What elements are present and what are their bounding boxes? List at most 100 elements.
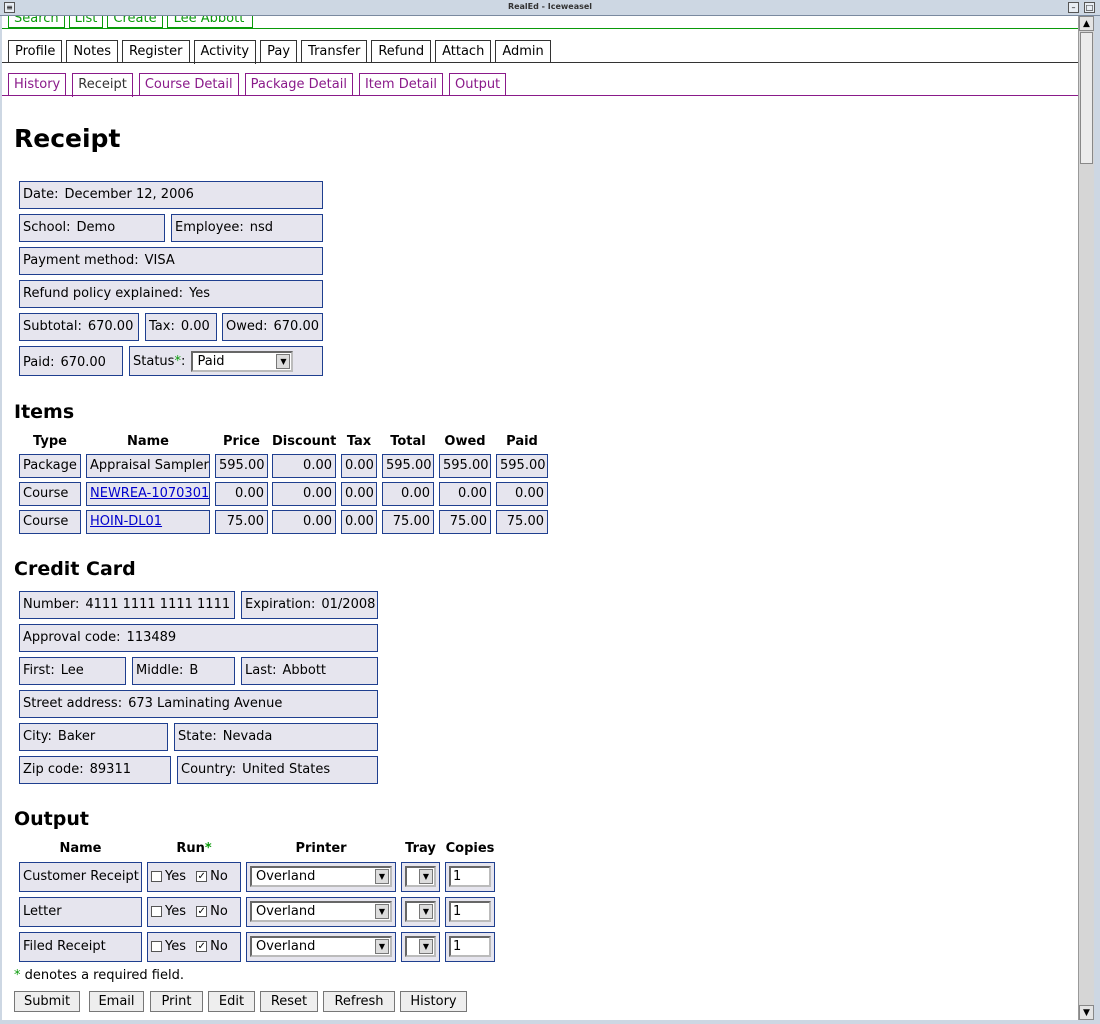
tab-package-detail[interactable]: Package Detail [244,73,353,96]
printer-cell: Overland ▼ [246,932,396,962]
copies-input[interactable]: 1 [449,866,491,887]
tab-receipt[interactable]: Receipt [72,73,133,97]
items-col-type: Type [33,434,67,449]
item-owed: 0.00 [439,482,491,506]
item-tax: 0.00 [341,454,377,478]
main-tab-bar: Profile Notes Register Activity Pay Tran… [8,40,555,64]
output-col-name: Name [59,841,102,856]
payment-method-value: VISA [144,253,175,268]
printer-cell: Overland ▼ [246,862,396,892]
paid-value: 670.00 [60,355,106,370]
items-col-tax: Tax [346,434,372,449]
item-discount: 0.00 [272,454,336,478]
scroll-up-arrow-icon[interactable]: ▲ [1079,16,1094,31]
tab-admin[interactable]: Admin [495,40,551,63]
item-name-cell: NEWREA-1070301 [86,482,210,506]
course-link-hoin[interactable]: HOIN-DL01 [90,514,162,529]
run-no-checkbox[interactable]: ✓ [196,906,208,917]
owed-value: 670.00 [273,319,320,334]
expiration-label: Expiration: [245,597,316,612]
tab-register[interactable]: Register [121,40,190,63]
zip-code-label: Zip code: [23,762,84,777]
item-total: 595.00 [382,454,434,478]
output-col-run-label: Run [176,841,205,856]
status-colon: : [180,354,186,369]
chevron-down-icon: ▼ [419,904,433,919]
chevron-down-icon: ▼ [419,869,433,884]
item-owed: 595.00 [439,454,491,478]
tab-activity[interactable]: Activity [193,40,257,64]
approval-code-label: Approval code: [23,630,121,645]
tab-item-detail[interactable]: Item Detail [358,73,443,96]
printer-select[interactable]: Overland ▼ [250,936,392,957]
employee-field: Employee: nsd [171,214,323,242]
vertical-scrollbar[interactable]: ▲ ▼ [1078,16,1094,1020]
page-title: Receipt [14,124,121,153]
run-yes-checkbox[interactable] [151,871,162,882]
chevron-down-icon: ▼ [375,869,389,884]
tab-refund[interactable]: Refund [371,40,432,63]
printer-select[interactable]: Overland ▼ [250,866,392,887]
output-col-run: Run* [147,841,241,856]
copies-input[interactable]: 1 [449,936,491,957]
run-yes-checkbox[interactable] [151,906,162,917]
middle-name-value: B [189,663,199,678]
refresh-button[interactable]: Refresh [323,991,395,1012]
run-no-checkbox[interactable]: ✓ [196,871,208,882]
tray-select[interactable]: ▼ [405,866,436,887]
tab-history[interactable]: History [8,73,67,96]
tab-pay[interactable]: Pay [260,40,298,63]
course-link-newrea[interactable]: NEWREA-1070301 [90,486,209,501]
run-yes-checkbox[interactable] [151,941,162,952]
tray-select[interactable]: ▼ [405,901,436,922]
status-select[interactable]: Paid ▼ [191,351,294,372]
date-label: Date: [23,187,59,202]
edit-button[interactable]: Edit [208,991,255,1012]
printer-select-value: Overland [256,939,316,954]
output-heading: Output [14,808,89,830]
tab-output[interactable]: Output [449,73,507,96]
tab-search[interactable]: Search [8,16,65,28]
tab-notes[interactable]: Notes [66,40,118,63]
email-button[interactable]: Email [89,991,144,1012]
paid-field: Paid: 670.00 [19,346,123,376]
chevron-down-icon: ▼ [419,939,433,954]
payment-method-field: Payment method: VISA [19,247,323,275]
history-button[interactable]: History [400,991,467,1012]
items-col-total: Total [390,434,426,449]
scroll-down-arrow-icon[interactable]: ▼ [1079,1005,1094,1020]
output-col-copies: Copies [445,841,495,856]
card-number-field: Number: 4111 1111 1111 1111 [19,591,235,619]
tab-attach[interactable]: Attach [435,40,492,63]
output-col-printer: Printer [295,841,347,856]
owed-label: Owed: [226,319,268,334]
tab-transfer[interactable]: Transfer [301,40,368,63]
tax-field: Tax: 0.00 [145,313,217,341]
reset-button[interactable]: Reset [260,991,318,1012]
run-yes-label: Yes [165,869,186,884]
tab-list[interactable]: List [68,16,104,28]
item-price: 595.00 [215,454,268,478]
items-heading: Items [14,401,75,423]
copies-input[interactable]: 1 [449,901,491,922]
printer-select-value: Overland [256,869,316,884]
copies-cell: 1 [445,932,495,962]
printer-select[interactable]: Overland ▼ [250,901,392,922]
first-name-field: First: Lee [19,657,126,685]
submit-button[interactable]: Submit [14,991,80,1012]
tab-course-detail[interactable]: Course Detail [138,73,239,96]
state-field: State: Nevada [174,723,378,751]
scrollbar-thumb[interactable] [1080,32,1093,164]
minimize-icon[interactable]: – [1068,2,1079,13]
last-name-value: Abbott [282,663,327,678]
run-no-checkbox[interactable]: ✓ [196,941,208,952]
tab-profile[interactable]: Profile [8,40,63,63]
tray-select[interactable]: ▼ [405,936,436,957]
maximize-icon[interactable]: □ [1084,2,1095,13]
print-button[interactable]: Print [150,991,203,1012]
tab-create[interactable]: Create [107,16,163,28]
item-type: Course [19,482,81,506]
required-field-note: * denotes a required field. [14,968,184,983]
tray-cell: ▼ [401,932,440,962]
tab-lee-abbott[interactable]: Lee Abbott [166,16,253,28]
